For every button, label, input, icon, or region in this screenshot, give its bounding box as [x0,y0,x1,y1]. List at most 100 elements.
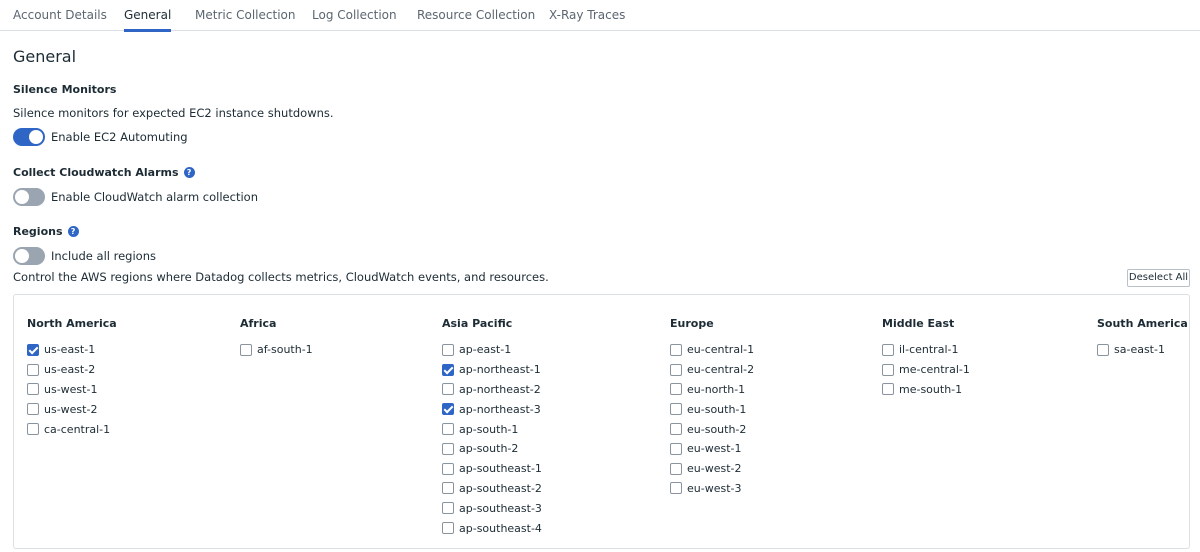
region-checkbox-ap-southeast-4[interactable] [442,522,454,535]
region-checkbox-eu-central-1[interactable] [670,343,682,356]
region-label: af-south-1 [257,343,313,357]
region-group-north-america: North America us-east-1 us-east-2 us-west-1… [27,317,117,439]
region-row-ap-east-1[interactable]: ap-east-1 [442,340,542,360]
region-checkbox-sa-east-1[interactable] [1097,343,1109,356]
region-checkbox-ap-northeast-2[interactable] [442,383,454,396]
region-row-us-east-1[interactable]: us-east-1 [27,340,117,360]
region-row-eu-north-1[interactable]: eu-north-1 [670,380,754,400]
region-label: us-east-1 [44,343,96,357]
region-checkbox-us-east-2[interactable] [27,363,39,376]
region-label: eu-west-2 [687,462,742,476]
ec2-automuting-row: Enable EC2 Automuting [13,128,188,146]
include-all-regions-toggle[interactable] [13,247,45,265]
region-row-eu-west-1[interactable]: eu-west-1 [670,439,754,459]
region-row-ap-south-2[interactable]: ap-south-2 [442,439,542,459]
ec2-automuting-toggle[interactable] [13,128,45,146]
region-checkbox-ap-southeast-1[interactable] [442,462,454,475]
region-label: eu-south-2 [687,422,747,436]
region-checkbox-eu-west-3[interactable] [670,482,682,495]
region-checkbox-me-south-1[interactable] [882,383,894,396]
cloudwatch-alarm-label: Enable CloudWatch alarm collection [51,190,258,204]
region-row-us-west-1[interactable]: us-west-1 [27,380,117,400]
regions-description: Control the AWS regions where Datadog co… [13,270,549,284]
region-checkbox-eu-west-1[interactable] [670,442,682,455]
region-checkbox-ap-south-1[interactable] [442,423,454,436]
region-checkbox-ap-east-1[interactable] [442,343,454,356]
region-row-ap-northeast-1[interactable]: ap-northeast-1 [442,360,542,380]
region-label: ap-northeast-3 [459,402,541,416]
region-checkbox-eu-south-1[interactable] [670,403,682,416]
tab-general[interactable]: General [124,0,172,32]
ec2-automuting-label: Enable EC2 Automuting [51,130,188,144]
region-group-title: South America [1097,317,1188,330]
silence-monitors-description: Silence monitors for expected EC2 instan… [13,106,334,120]
region-group-middle-east: Middle East il-central-1 me-central-1 me-so… [882,317,970,399]
region-group-title: Europe [670,317,714,330]
region-label: us-west-1 [44,382,98,396]
region-row-ap-southeast-4[interactable]: ap-southeast-4 [442,518,542,538]
region-checkbox-eu-west-2[interactable] [670,462,682,475]
region-checkbox-ap-southeast-2[interactable] [442,482,454,495]
region-group-title: North America [27,317,117,330]
question-circle-icon[interactable]: ? [183,167,195,178]
region-row-ap-southeast-1[interactable]: ap-southeast-1 [442,459,542,479]
region-row-sa-east-1[interactable]: sa-east-1 [1097,340,1188,360]
region-checkbox-af-south-1[interactable] [240,343,252,356]
page-title: General [13,47,77,66]
tab-resource-collection[interactable]: Resource Collection [417,0,535,31]
region-row-af-south-1[interactable]: af-south-1 [240,340,313,360]
region-label: ca-central-1 [44,422,111,436]
region-row-me-central-1[interactable]: me-central-1 [882,360,970,380]
deselect-all-button[interactable]: Deselect All [1127,269,1190,287]
region-row-us-east-2[interactable]: us-east-2 [27,360,117,380]
cloudwatch-alarm-toggle[interactable] [13,188,45,206]
region-row-ca-central-1[interactable]: ca-central-1 [27,419,117,439]
region-row-eu-central-2[interactable]: eu-central-2 [670,360,754,380]
region-label: me-south-1 [899,382,963,396]
region-checkbox-us-west-1[interactable] [27,383,39,396]
region-label: ap-northeast-2 [459,382,541,396]
region-group-title: Asia Pacific [442,317,513,330]
region-label: eu-central-1 [687,343,755,357]
region-row-ap-southeast-3[interactable]: ap-southeast-3 [442,498,542,518]
region-label: ap-northeast-1 [459,363,541,377]
region-checkbox-ca-central-1[interactable] [27,423,39,436]
region-row-eu-south-2[interactable]: eu-south-2 [670,419,754,439]
region-row-il-central-1[interactable]: il-central-1 [882,340,970,360]
region-checkbox-ap-northeast-1[interactable] [442,363,454,376]
tab-account-details[interactable]: Account Details [13,0,107,31]
region-group-africa: Africa af-south-1 [240,317,313,360]
region-checkbox-eu-central-2[interactable] [670,363,682,376]
region-checkbox-ap-south-2[interactable] [442,442,454,455]
region-row-me-south-1[interactable]: me-south-1 [882,380,970,400]
tab-metric-collection[interactable]: Metric Collection [195,0,295,31]
toggle-knob [15,249,29,263]
region-row-eu-west-2[interactable]: eu-west-2 [670,459,754,479]
region-checkbox-eu-south-2[interactable] [670,423,682,436]
region-row-ap-south-1[interactable]: ap-south-1 [442,419,542,439]
cloudwatch-alarm-row: Enable CloudWatch alarm collection [13,188,258,206]
region-row-eu-south-1[interactable]: eu-south-1 [670,399,754,419]
question-circle-icon[interactable]: ? [67,226,79,237]
tab-log-collection[interactable]: Log Collection [312,0,397,31]
region-row-eu-west-3[interactable]: eu-west-3 [670,479,754,499]
region-row-ap-northeast-2[interactable]: ap-northeast-2 [442,380,542,400]
silence-monitors-title-text: Silence Monitors [13,83,117,96]
region-row-eu-central-1[interactable]: eu-central-1 [670,340,754,360]
cloudwatch-alarms-title: Collect Cloudwatch Alarms? [13,166,195,179]
region-checkbox-ap-northeast-3[interactable] [442,403,454,416]
region-row-us-west-2[interactable]: us-west-2 [27,399,117,419]
region-checkbox-us-east-1[interactable] [27,343,39,356]
region-row-ap-northeast-3[interactable]: ap-northeast-3 [442,399,542,419]
region-group-south-america: South America sa-east-1 [1097,317,1188,360]
region-label: us-east-2 [44,363,96,377]
region-checkbox-me-central-1[interactable] [882,363,894,376]
region-checkbox-il-central-1[interactable] [882,343,894,356]
region-checkbox-ap-southeast-3[interactable] [442,502,454,515]
region-checkbox-eu-north-1[interactable] [670,383,682,396]
region-checkbox-us-west-2[interactable] [27,403,39,416]
tab-xray-traces[interactable]: X-Ray Traces [549,0,625,31]
region-label: eu-west-3 [687,481,742,495]
region-row-ap-southeast-2[interactable]: ap-southeast-2 [442,479,542,499]
region-label: eu-west-1 [687,442,742,456]
